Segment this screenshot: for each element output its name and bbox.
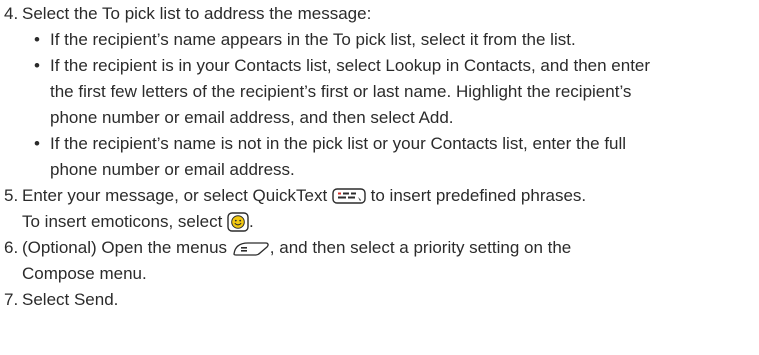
list-item: • If the recipient’s name is not in the … — [22, 131, 756, 183]
step-number: 4. — [4, 4, 19, 23]
bullet-text: phone number or email address, and then … — [50, 108, 454, 127]
step-text: Select the To pick list to address the m… — [22, 4, 372, 23]
menu-key-icon — [232, 240, 270, 258]
step-text: , and then select a priority setting on … — [269, 238, 572, 257]
bullet-list: • If the recipient’s name appears in the… — [22, 27, 756, 183]
step-number: 7. — [4, 290, 19, 309]
step-line: To insert emoticons, select . — [22, 209, 756, 235]
instruction-document: 4. Select the To pick list to address th… — [4, 1, 756, 313]
step-text: Enter your message, or select QuickText — [22, 186, 328, 205]
step-text: . — [249, 212, 254, 231]
step-number: 5. — [4, 186, 19, 205]
step-text: (Optional) Open the menus — [22, 238, 228, 257]
bullet-marker: • — [34, 56, 40, 75]
step-text: to insert predefined phrases. — [370, 186, 587, 205]
emoticon-icon — [227, 212, 249, 232]
step-text: To insert emoticons, select — [22, 212, 223, 231]
step-7: 7. Select Send. — [4, 287, 756, 313]
bullet-text: If the recipient is in your Contacts lis… — [50, 56, 651, 75]
step-line: Enter your message, or select QuickText … — [22, 183, 756, 209]
bullet-text: the first few letters of the recipient’s… — [50, 82, 632, 101]
list-item: • If the recipient is in your Contacts l… — [22, 53, 756, 131]
step-4: 4. Select the To pick list to address th… — [4, 1, 756, 183]
step-number: 6. — [4, 238, 19, 257]
bullet-text: phone number or email address. — [50, 160, 295, 179]
quicktext-icon — [332, 188, 366, 206]
step-text: Compose menu. — [22, 264, 147, 283]
bullet-marker: • — [34, 30, 40, 49]
step-line: (Optional) Open the menus , and then sel… — [22, 235, 756, 261]
list-item: • If the recipient’s name appears in the… — [22, 27, 756, 53]
bullet-text: If the recipient’s name appears in the T… — [50, 30, 576, 49]
step-5: 5. Enter your message, or select QuickTe… — [4, 183, 756, 235]
step-text: Select Send. — [22, 290, 119, 309]
step-6: 6. (Optional) Open the menus , and then … — [4, 235, 756, 287]
bullet-text: If the recipient’s name is not in the pi… — [50, 134, 627, 153]
bullet-marker: • — [34, 134, 40, 153]
